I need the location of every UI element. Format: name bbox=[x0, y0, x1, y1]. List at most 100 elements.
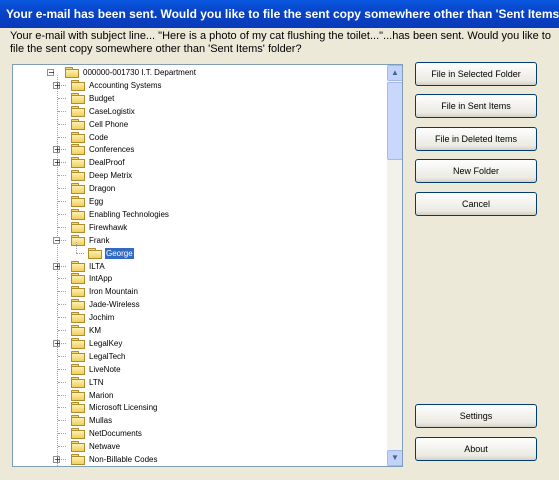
folder-icon bbox=[71, 92, 85, 104]
settings-button[interactable]: Settings bbox=[415, 404, 537, 428]
tree-item-label: Netwave bbox=[89, 442, 121, 452]
tree-item-label: Cell Phone bbox=[89, 119, 129, 129]
tree-item-label: NetDocuments bbox=[89, 429, 142, 439]
about-button[interactable]: About bbox=[415, 437, 537, 461]
expand-icon[interactable]: + bbox=[53, 81, 61, 89]
tree-guide-branch bbox=[58, 446, 66, 448]
tree-item-label: CaseLogistix bbox=[89, 106, 135, 116]
tree-item[interactable]: KM bbox=[71, 324, 371, 337]
tree-item[interactable]: Non-Billable Codes bbox=[71, 453, 371, 466]
tree-item-label: Marion bbox=[89, 390, 114, 400]
tree-guide-branch bbox=[58, 355, 66, 357]
tree-item[interactable]: LegalKey bbox=[71, 337, 371, 350]
folder-icon bbox=[71, 376, 85, 388]
folder-tree-content: 000000-001730 I.T. Department − Accounting… bbox=[13, 65, 387, 466]
folder-icon bbox=[71, 221, 85, 233]
tree-guide-branch bbox=[58, 291, 66, 293]
tree-item[interactable]: Egg bbox=[71, 195, 371, 208]
tree-item-label: Deep Metrix bbox=[89, 171, 133, 181]
tree-guide-branch bbox=[58, 110, 66, 112]
expand-icon[interactable]: + bbox=[53, 262, 61, 270]
tree-item-label: Dragon bbox=[89, 184, 116, 194]
tree-item-label: LiveNote bbox=[89, 364, 121, 374]
tree-item-label: Mullas bbox=[89, 416, 113, 426]
tree-guide-branch bbox=[58, 123, 66, 125]
tree-item[interactable]: Jade-Wireless bbox=[71, 298, 371, 311]
tree-item-label: LegalKey bbox=[89, 338, 123, 348]
expand-icon[interactable]: + bbox=[53, 159, 61, 167]
tree-guide-branch bbox=[76, 252, 84, 254]
tree-item[interactable]: NetDocuments bbox=[71, 427, 371, 440]
folder-icon bbox=[71, 441, 85, 453]
expand-icon[interactable]: + bbox=[53, 339, 61, 347]
tree-item[interactable]: Mullas bbox=[71, 414, 371, 427]
file-in-selected-folder-button[interactable]: File in Selected Folder bbox=[415, 62, 537, 86]
tree-item[interactable]: Netwave bbox=[71, 440, 371, 453]
expand-icon[interactable]: + bbox=[53, 146, 61, 154]
folder-icon bbox=[71, 144, 85, 156]
tree-item[interactable]: Frank bbox=[71, 234, 371, 247]
folder-tree[interactable]: 000000-001730 I.T. Department − Accounting… bbox=[12, 64, 403, 467]
tree-item[interactable]: CaseLogistix bbox=[71, 105, 371, 118]
new-folder-button[interactable]: New Folder bbox=[415, 159, 537, 183]
tree-item[interactable]: Jochim bbox=[71, 311, 371, 324]
tree-guide-branch bbox=[58, 433, 66, 435]
folder-icon bbox=[71, 157, 85, 169]
tree-item[interactable]: Accounting Systems bbox=[71, 79, 371, 92]
folder-icon bbox=[71, 79, 85, 91]
tree-item[interactable]: Code bbox=[71, 131, 371, 144]
tree-item[interactable]: Dragon bbox=[71, 182, 371, 195]
tree-subitem[interactable]: George bbox=[88, 247, 387, 260]
tree-item[interactable]: Firewhawk bbox=[71, 221, 371, 234]
tree-item[interactable]: LiveNote bbox=[71, 363, 371, 376]
tree-item[interactable]: Microsoft Licensing bbox=[71, 401, 371, 414]
cancel-button[interactable]: Cancel bbox=[415, 192, 537, 216]
tree-item[interactable]: Cell Phone bbox=[71, 118, 371, 131]
file-in-deleted-items-button[interactable]: File in Deleted Items bbox=[415, 127, 537, 151]
folder-icon bbox=[71, 415, 85, 427]
folder-icon bbox=[71, 363, 85, 375]
expand-icon[interactable]: + bbox=[53, 456, 61, 464]
tree-item-label: IntApp bbox=[89, 274, 113, 284]
folder-icon bbox=[71, 299, 85, 311]
tree-guide-branch bbox=[58, 420, 66, 422]
tree-guide-branch bbox=[58, 304, 66, 306]
tree-guide-branch bbox=[58, 201, 66, 202]
folder-icon bbox=[71, 325, 85, 336]
tree-item[interactable]: Iron Mountain bbox=[71, 285, 371, 298]
sent-message: Your e-mail with subject line... "Here i… bbox=[10, 30, 551, 55]
scroll-thumb[interactable] bbox=[387, 82, 402, 160]
collapse-icon[interactable]: − bbox=[47, 69, 55, 77]
tree-guide-branch bbox=[58, 381, 66, 383]
collapse-icon[interactable]: − bbox=[53, 236, 61, 244]
scroll-down-button[interactable]: ▼ bbox=[387, 450, 402, 466]
tree-item[interactable]: DealProof bbox=[71, 156, 371, 169]
tree-item-label: LegalTech bbox=[89, 351, 126, 361]
tree-item[interactable]: Budget bbox=[71, 92, 371, 105]
tree-guide-branch bbox=[58, 394, 66, 396]
scroll-up-button[interactable]: ▲ bbox=[387, 65, 402, 81]
tree-item-label: KM bbox=[89, 326, 101, 335]
tree-item-label: Jade-Wireless bbox=[89, 300, 140, 310]
folder-icon bbox=[71, 196, 85, 207]
tree-item[interactable]: Deep Metrix bbox=[71, 169, 371, 182]
file-in-sent-items-button[interactable]: File in Sent Items bbox=[415, 94, 537, 118]
folder-icon bbox=[71, 131, 85, 143]
tree-item-label: Jochim bbox=[89, 313, 115, 323]
tree-scrollbar[interactable]: ▲ ▼ bbox=[387, 65, 402, 466]
tree-item[interactable]: Marion bbox=[71, 389, 371, 402]
tree-guide-branch bbox=[58, 226, 66, 228]
tree-item[interactable]: LTN bbox=[71, 376, 371, 389]
tree-item-label: ILTA bbox=[89, 261, 105, 271]
tree-item[interactable]: ILTA bbox=[71, 260, 371, 273]
tree-item-label: Enabling Technologies bbox=[89, 209, 169, 219]
tree-item[interactable]: LegalTech bbox=[71, 350, 371, 363]
tree-item-label: Conferences bbox=[89, 145, 135, 155]
tree-guide-branch bbox=[58, 317, 66, 319]
tree-guide-branch bbox=[58, 407, 66, 409]
tree-item-label: George bbox=[105, 247, 134, 259]
tree-item[interactable]: IntApp bbox=[71, 272, 371, 285]
tree-root[interactable]: 000000-001730 I.T. Department bbox=[65, 66, 365, 79]
tree-item[interactable]: Conferences bbox=[71, 143, 371, 156]
tree-item[interactable]: Enabling Technologies bbox=[71, 208, 371, 221]
